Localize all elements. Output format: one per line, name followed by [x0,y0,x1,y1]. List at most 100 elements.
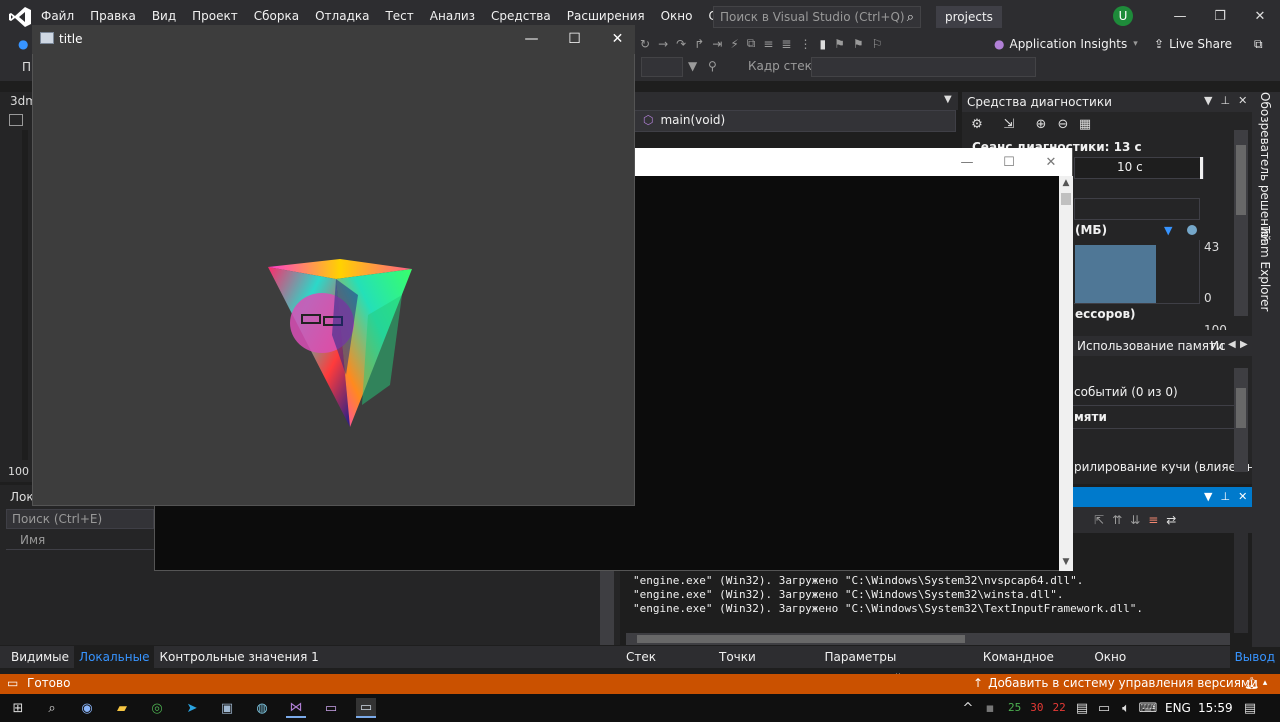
clear-bookmarks-icon[interactable]: ⚐ [872,37,883,51]
export-icon[interactable]: ⇲ [998,113,1020,135]
hot-reload-icon[interactable]: ⚡ [730,37,738,51]
stack-frame-dropdown[interactable] [811,57,1036,77]
align-right-icon[interactable]: ≣ [781,37,791,51]
filter-icon[interactable]: ▼ [688,59,697,73]
tab-immediate-window[interactable]: Окно интерпретации [1089,646,1229,686]
gl-close-button[interactable]: ✕ [596,25,639,53]
gl-maximize-button[interactable]: ☐ [553,25,596,53]
file-explorer-icon[interactable]: ▰ [112,698,132,718]
visual-studio-logo-icon[interactable] [8,6,32,28]
feedback-icon[interactable]: ⧉ [1254,37,1263,52]
console-scroll-down-icon[interactable]: ▼ [1059,557,1073,569]
console-maximize-button[interactable]: ☐ [988,148,1030,176]
align-left-icon[interactable]: ≡ [763,37,773,51]
filter-threads-icon[interactable]: ⚲ [708,59,717,73]
photos-icon[interactable]: ▣ [217,698,237,718]
action-center-icon[interactable]: ▤ [1240,698,1260,718]
prev-bookmark-icon[interactable]: ⚑ [834,37,845,51]
search-icon[interactable]: ⌕ [42,698,62,718]
clear-all-icon[interactable]: ≡ [1148,513,1158,527]
step-over-icon[interactable]: ↷ [676,37,686,51]
console-scroll-up-icon[interactable]: ▲ [1059,178,1073,190]
start-icon[interactable]: ⊞ [8,698,28,718]
next-bookmark-icon[interactable]: ⚑ [853,37,864,51]
word-wrap-icon[interactable]: ⇄ [1166,513,1176,527]
paint-icon[interactable]: ◍ [252,698,272,718]
threads-icon[interactable]: ⧉ [747,36,756,51]
pin-icon[interactable]: ⊥ [1220,490,1230,503]
step-out-icon[interactable]: ↱ [694,37,704,51]
window-menu-icon[interactable]: ▼ [1204,94,1212,107]
menu-window[interactable]: Окно [653,0,701,33]
live-share-button[interactable]: ⇪ Live Share ⧉ [1154,33,1263,55]
gear-icon[interactable]: ⚙ [966,113,988,135]
zoom-out-icon[interactable]: ⊖ [1052,113,1074,135]
keyboard-icon[interactable]: ⌨ [1138,698,1158,718]
diagnostics-scroll-thumb[interactable] [1236,145,1246,215]
tab-breakpoints[interactable]: Точки останова [714,646,820,686]
application-insights-button[interactable]: ● Application Insights ▾ [994,33,1138,55]
console-scrollbar[interactable] [1059,176,1073,571]
diagnostics-list-scroll-thumb[interactable] [1236,388,1246,428]
find-message-icon[interactable]: ⇱ [1094,513,1104,527]
vs-minimize-button[interactable]: — [1160,0,1200,33]
tab-solution-explorer[interactable]: Обозреватель решений [1258,92,1272,242]
tab-scroll-left-icon[interactable]: ◀ [1228,339,1236,350]
console-taskbar-icon[interactable]: ▭ [321,698,341,718]
telegram-icon[interactable]: ➤ [182,698,202,718]
tab-watch[interactable]: Контрольные значения 1 [154,646,323,668]
console-minimize-button[interactable]: — [946,148,988,176]
close-icon[interactable]: ✕ [1238,94,1247,107]
tab-locals[interactable]: Локальные [74,646,155,668]
console-close-button[interactable]: ✕ [1030,148,1072,176]
console-scroll-thumb[interactable] [1061,193,1071,205]
show-next-icon[interactable]: ⇥ [712,37,722,51]
tab-cpu-usage[interactable]: Ис [1210,339,1226,353]
chrome-icon[interactable]: ◎ [147,698,167,718]
vs-search-input[interactable]: Поиск в Visual Studio (Ctrl+Q) ⌕ [713,6,921,28]
output-vertical-scrollbar[interactable] [1234,533,1248,633]
tab-autos[interactable]: Видимые [6,646,74,668]
back-icon[interactable]: ● [18,37,28,51]
visual-studio-taskbar-icon[interactable]: ⋈ [286,698,306,718]
locals-search-input[interactable]: Поиск (Ctrl+E) [6,509,154,529]
tab-output[interactable]: Вывод [1229,646,1280,668]
user-avatar[interactable]: U [1113,6,1133,26]
close-icon[interactable]: ✕ [1238,490,1247,503]
tab-command-window[interactable]: Командное окно [978,646,1089,686]
tab-list-dropdown-icon[interactable]: ▼ [944,94,952,105]
window-menu-icon[interactable]: ▼ [1204,490,1212,503]
network-icon[interactable]: ▭ [1094,698,1114,718]
gl-minimize-button[interactable]: — [510,25,553,53]
left-scrollbar[interactable] [22,130,28,460]
tray-app-icon[interactable]: ▤ [1072,698,1092,718]
output-horizontal-scroll-thumb[interactable] [637,635,965,643]
vs-restore-button[interactable]: ❐ [1200,0,1240,33]
function-dropdown[interactable]: ⬡ main(void) [643,113,725,127]
tab-scroll-right-icon[interactable]: ▶ [1240,339,1248,350]
pin-icon[interactable]: ⊥ [1220,94,1230,107]
tab-memory-usage[interactable]: Использование памяти [1077,339,1224,353]
restart-icon[interactable]: ↻ [640,37,650,51]
tray-expand-icon[interactable]: ^ [958,698,978,718]
next-message-icon[interactable]: ⇊ [1130,513,1140,527]
reset-zoom-icon[interactable]: ▦ [1074,113,1096,135]
tab-call-stack[interactable]: Стек вызовов [621,646,714,686]
clock[interactable]: 15:59 [1198,701,1233,715]
add-to-source-control-button[interactable]: ↑ Добавить в систему управления версиями… [973,676,1267,690]
steam-icon[interactable]: ◉ [77,698,97,718]
prev-message-icon[interactable]: ⇈ [1112,513,1122,527]
bookmark-icon[interactable]: ▮ [819,37,826,51]
vs-close-button[interactable]: ✕ [1240,0,1280,33]
input-language[interactable]: ENG [1165,701,1191,715]
locals-name-column[interactable]: Имя [6,530,154,550]
step-into-icon[interactable]: → [658,37,668,51]
gl-window-taskbar-icon[interactable]: ▭ [356,698,376,718]
tab-team-explorer[interactable]: Team Explorer [1258,226,1272,312]
zoom-in-icon[interactable]: ⊕ [1030,113,1052,135]
comment-icon[interactable]: ⋮ [799,37,811,51]
thread-dropdown[interactable] [641,57,683,77]
volume-icon[interactable]: 🔈︎ [1116,698,1136,718]
tab-exception-settings[interactable]: Параметры исключений [820,646,978,686]
notifications-icon[interactable]: 🔔︎ [1244,676,1259,690]
